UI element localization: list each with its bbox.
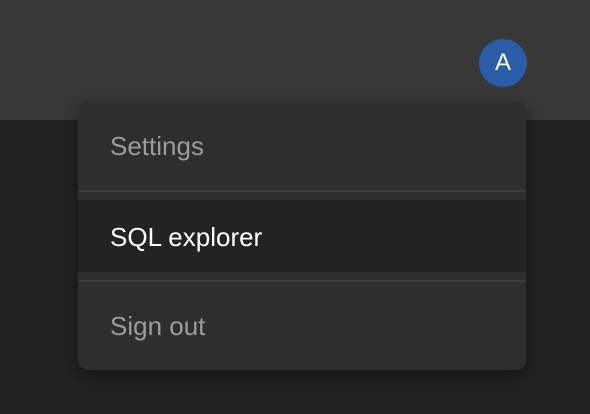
- menu-item-settings[interactable]: Settings: [78, 102, 526, 190]
- avatar-initial: A: [494, 49, 511, 76]
- menu-item-label: Sign out: [110, 311, 206, 341]
- menu-item-label: Settings: [110, 131, 204, 161]
- account-dropdown-menu: Settings SQL explorer Sign out: [78, 102, 526, 370]
- menu-item-sign-out[interactable]: Sign out: [78, 282, 526, 370]
- user-avatar-button[interactable]: A: [479, 39, 527, 87]
- menu-item-sql-explorer[interactable]: SQL explorer: [78, 200, 526, 272]
- menu-divider: [78, 190, 526, 192]
- menu-item-label: SQL explorer: [110, 222, 263, 252]
